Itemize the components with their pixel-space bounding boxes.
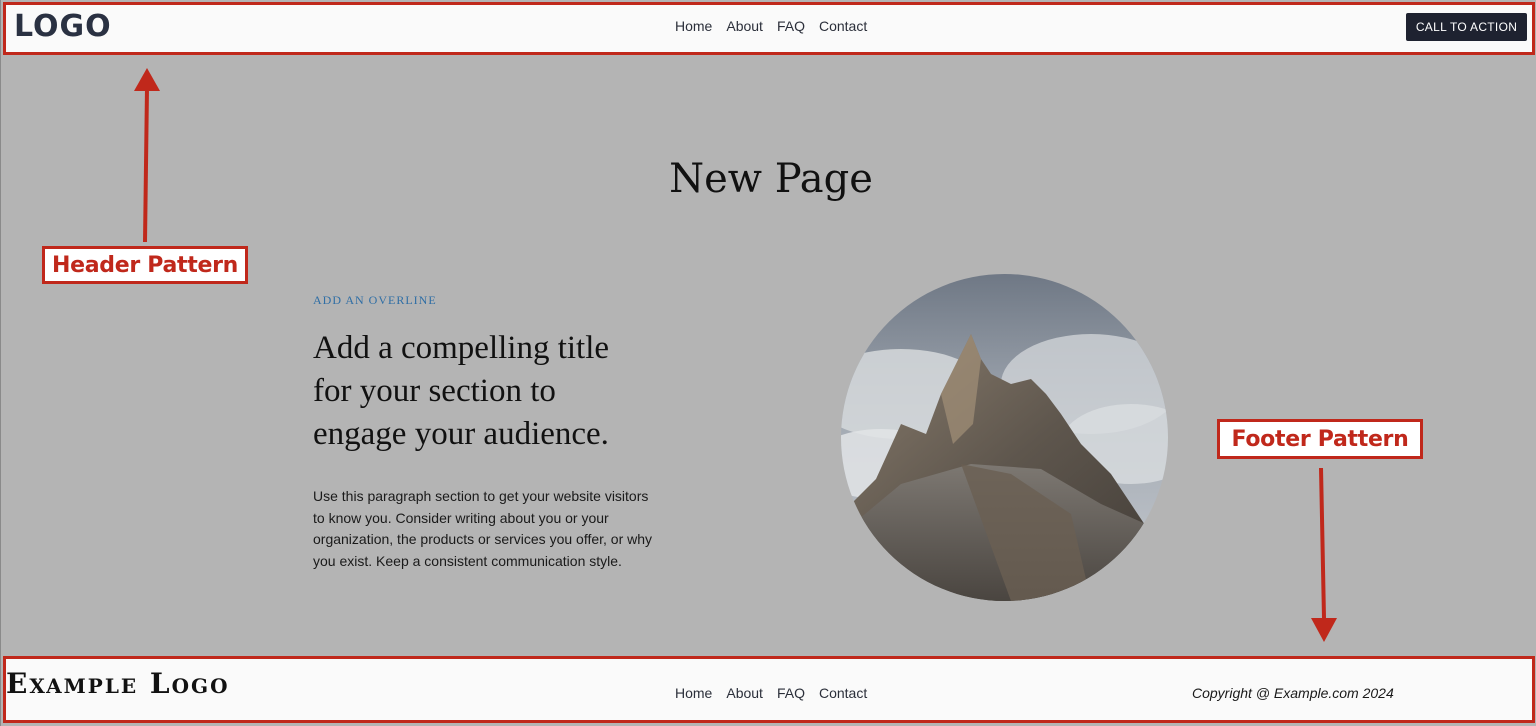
header-pattern-label: Header Pattern <box>42 246 248 284</box>
nav-faq-link[interactable]: FAQ <box>777 18 805 34</box>
page-title: New Page <box>669 156 873 202</box>
header-pattern: LOGO Home About FAQ Contact CALL TO ACTI… <box>3 2 1535 55</box>
footer-about-link[interactable]: About <box>726 685 763 701</box>
call-to-action-button[interactable]: CALL TO ACTION <box>1406 13 1527 41</box>
site-logo[interactable]: LOGO <box>14 9 112 44</box>
footer-pattern-label: Footer Pattern <box>1217 419 1423 459</box>
header-nav: Home About FAQ Contact <box>675 18 867 34</box>
nav-home-link[interactable]: Home <box>675 18 712 34</box>
footer-logo[interactable]: Example Logo <box>6 667 230 700</box>
footer-faq-link[interactable]: FAQ <box>777 685 805 701</box>
footer-contact-link[interactable]: Contact <box>819 685 867 701</box>
nav-about-link[interactable]: About <box>726 18 763 34</box>
footer-home-link[interactable]: Home <box>675 685 712 701</box>
footer-annotation-arrow <box>1311 467 1337 642</box>
section-paragraph: Use this paragraph section to get your w… <box>313 488 653 569</box>
footer-nav: Home About FAQ Contact <box>675 685 867 701</box>
page: LOGO Home About FAQ Contact CALL TO ACTI… <box>0 0 1536 726</box>
footer-pattern: Example Logo Home About FAQ Contact Copy… <box>3 656 1535 723</box>
section-overline: ADD AN OVERLINE <box>313 293 437 307</box>
mountain-photo <box>841 274 1168 601</box>
section-title: Add a compelling title for your section … <box>313 330 610 452</box>
nav-contact-link[interactable]: Contact <box>819 18 867 34</box>
copyright-text: Copyright @ Example.com 2024 <box>1192 685 1394 701</box>
